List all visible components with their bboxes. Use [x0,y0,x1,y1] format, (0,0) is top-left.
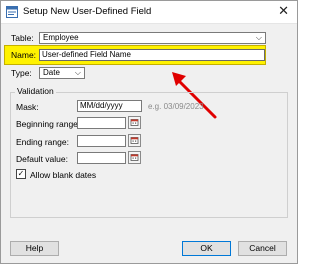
window-title: Setup New User-Defined Field [23,6,152,17]
close-button[interactable]: ✕ [278,4,289,18]
name-field-value: User-defined Field Name [42,50,131,59]
default-value-field[interactable] [77,152,126,164]
default-date-picker-button[interactable] [128,151,141,164]
form-icon [6,6,18,18]
type-select[interactable]: Date ⌵ [39,67,85,79]
calendar-icon [130,154,139,161]
chevron-down-icon: ⌵ [74,68,81,77]
checkmark-icon: ✓ [17,169,25,178]
allow-blank-dates-label: Allow blank dates [30,170,97,180]
table-label: Table: [11,33,34,43]
beginning-range-field[interactable] [77,117,126,129]
type-label: Type: [11,68,32,78]
calendar-icon [130,119,139,126]
ok-button[interactable]: OK [182,241,231,256]
ending-date-picker-button[interactable] [128,134,141,147]
mask-label: Mask: [16,102,39,112]
mask-example: e.g. 03/09/2023 [148,102,204,111]
ending-range-label: Ending range: [16,137,69,147]
ending-range-field[interactable] [77,135,126,147]
help-button[interactable]: Help [10,241,59,256]
beginning-date-picker-button[interactable] [128,116,141,129]
title-bar: Setup New User-Defined Field ✕ [1,1,297,24]
name-field[interactable]: User-defined Field Name [39,49,265,61]
chevron-down-icon: ⌵ [255,33,262,42]
name-label: Name: [11,50,37,60]
default-value-label: Default value: [16,154,68,164]
calendar-icon [130,137,139,144]
type-select-value: Date [43,68,60,77]
beginning-range-label: Beginning range: [16,119,81,129]
mask-field[interactable]: MM/dd/yyyy [77,100,142,112]
allow-blank-dates-checkbox[interactable]: ✓ [16,169,26,179]
validation-group-label: Validation [15,86,56,96]
cancel-button[interactable]: Cancel [238,241,287,256]
table-select[interactable]: Employee ⌵ [39,32,266,44]
table-select-value: Employee [43,33,79,42]
setup-user-defined-field-dialog: Setup New User-Defined Field ✕ Table: Em… [0,0,298,264]
mask-field-value: MM/dd/yyyy [80,101,123,110]
